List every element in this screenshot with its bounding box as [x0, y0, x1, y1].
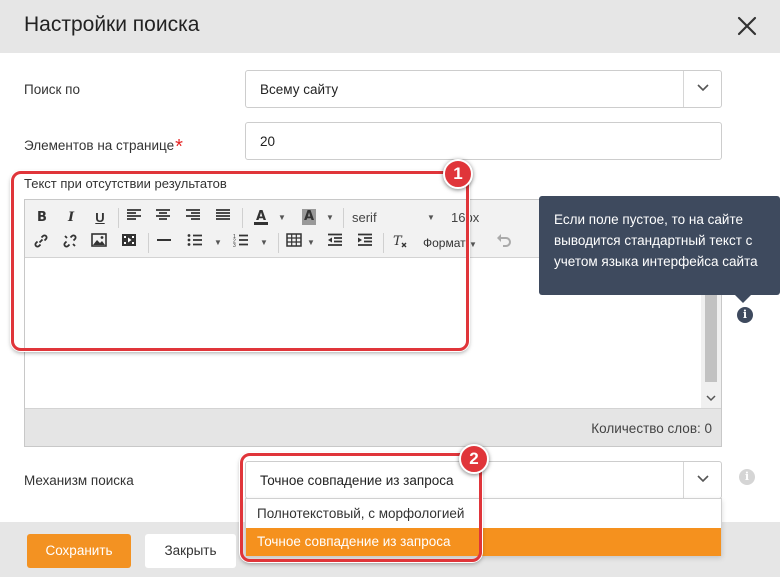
- per-page-label: Элементов на странице*: [24, 133, 183, 158]
- search-engine-label: Механизм поиска: [24, 473, 134, 488]
- annotation-frame-1: [11, 171, 469, 351]
- search-by-value: Всему сайту: [260, 82, 339, 97]
- chevron-down-icon[interactable]: [683, 462, 721, 498]
- annotation-frame-2: [240, 453, 482, 562]
- per-page-value: 20: [260, 134, 276, 149]
- close-button[interactable]: Закрыть: [145, 534, 236, 568]
- save-button[interactable]: Сохранить: [27, 534, 131, 568]
- chevron-down-icon[interactable]: [683, 71, 721, 107]
- search-by-label: Поиск по: [24, 82, 80, 97]
- per-page-input[interactable]: 20: [245, 122, 722, 160]
- dialog-header: Настройки поиска: [0, 0, 780, 53]
- annotation-badge-2: 2: [459, 444, 489, 474]
- scroll-down-icon[interactable]: [706, 394, 716, 402]
- help-tooltip: Если поле пустое, то на сайте выводится …: [539, 196, 780, 295]
- search-by-select[interactable]: Всему сайту: [245, 70, 722, 108]
- dialog-title: Настройки поиска: [24, 13, 200, 36]
- tooltip-text: Если поле пустое, то на сайте выводится …: [554, 212, 758, 269]
- editor-statusbar: Количество слов: 0: [25, 408, 721, 446]
- undo-icon[interactable]: [496, 233, 514, 253]
- annotation-badge-1: 1: [443, 159, 473, 189]
- info-icon[interactable]: i: [739, 469, 755, 485]
- info-icon[interactable]: i: [737, 307, 753, 323]
- per-page-label-text: Элементов на странице: [24, 138, 175, 153]
- tooltip-tail: [735, 295, 751, 303]
- close-icon[interactable]: [733, 12, 761, 40]
- required-mark: *: [175, 136, 183, 158]
- word-count: Количество слов: 0: [591, 421, 712, 436]
- chevron-down-icon: ▼: [468, 240, 477, 249]
